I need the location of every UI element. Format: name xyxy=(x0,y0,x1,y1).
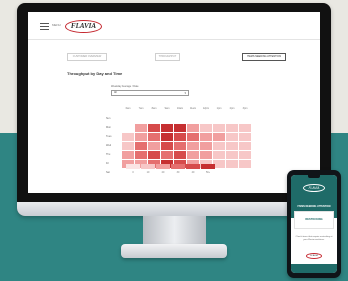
heatmap-cell[interactable] xyxy=(148,133,160,141)
x-tick-label: 9am xyxy=(164,107,170,110)
y-tick-label: Thu xyxy=(106,153,111,156)
filter-value: All xyxy=(114,91,117,94)
heatmap-cell[interactable] xyxy=(161,124,173,132)
legend-label: 0 xyxy=(132,171,134,174)
x-tick-label: 7am xyxy=(138,107,144,110)
monitor-chin xyxy=(17,202,331,216)
heatmap-cell[interactable] xyxy=(148,142,160,150)
heatmap-cell[interactable] xyxy=(226,151,238,159)
heatmap-cell[interactable] xyxy=(161,151,173,159)
filter-select[interactable]: All ▾ xyxy=(111,90,189,96)
monitor-stand-base xyxy=(121,244,227,258)
x-tick-label: 10am xyxy=(176,107,184,110)
hamburger-menu-icon[interactable] xyxy=(40,23,49,30)
heatmap-cell[interactable] xyxy=(135,151,147,159)
y-tick-label: Wed xyxy=(106,144,112,147)
monitor: MENU FLAVIA CUSTOMER OVERVIEW THROUGHPUT… xyxy=(17,3,331,216)
heatmap-cell[interactable] xyxy=(122,142,134,150)
y-tick-label: Sat xyxy=(106,171,110,174)
legend-label: 30 xyxy=(176,171,180,174)
phone-screen: FLAVIA ITEMS NEEDING ATTENTION RESTOCKIN… xyxy=(291,175,337,273)
heatmap-cell[interactable] xyxy=(161,133,173,141)
chart-title: Throughput by Day and Time xyxy=(67,71,123,76)
legend-label: 40 xyxy=(191,171,195,174)
x-tick-label: 2pm xyxy=(229,107,235,110)
menu-label[interactable]: MENU xyxy=(52,23,61,27)
phone: FLAVIA ITEMS NEEDING ATTENTION RESTOCKIN… xyxy=(287,170,341,278)
tab-items-needing-attention[interactable]: ITEMS NEEDING ATTENTION xyxy=(242,53,286,61)
heatmap-cell[interactable] xyxy=(200,142,212,150)
heatmap-cell[interactable] xyxy=(135,124,147,132)
x-tick-label: 11am xyxy=(189,107,197,110)
legend-label: 10 xyxy=(146,171,150,174)
heatmap-cell[interactable] xyxy=(174,124,186,132)
heatmap-cell[interactable] xyxy=(148,124,160,132)
legend-swatch xyxy=(126,164,140,169)
phone-brand-logo: FLAVIA xyxy=(306,253,322,259)
monitor-screen: MENU FLAVIA CUSTOMER OVERVIEW THROUGHPUT… xyxy=(28,12,320,193)
legend-label: 50+ xyxy=(205,171,211,174)
heatmap-cell[interactable] xyxy=(213,151,225,159)
x-tick-label: 6am xyxy=(125,107,131,110)
heatmap-cell[interactable] xyxy=(213,133,225,141)
y-tick-label: Tues xyxy=(106,135,112,138)
heatmap-cell[interactable] xyxy=(200,124,212,132)
y-tick-label: Fri xyxy=(106,162,109,165)
heatmap-cell[interactable] xyxy=(200,133,212,141)
heatmap-cell[interactable] xyxy=(187,133,199,141)
legend-swatch xyxy=(156,164,170,169)
monitor-stand-neck xyxy=(143,216,206,246)
heatmap-cell[interactable] xyxy=(239,160,251,168)
x-tick-label: 1pm xyxy=(216,107,222,110)
heatmap-cell[interactable] xyxy=(239,151,251,159)
heatmap-cell[interactable] xyxy=(213,124,225,132)
heatmap-cell[interactable] xyxy=(122,133,134,141)
heatmap-cell[interactable] xyxy=(148,151,160,159)
phone-restocking-label: RESTOCKING xyxy=(305,218,323,221)
legend-swatch xyxy=(141,164,155,169)
heatmap-cell[interactable] xyxy=(213,142,225,150)
legend-label: 20 xyxy=(161,171,165,174)
chevron-down-icon: ▾ xyxy=(184,91,186,95)
heatmap-cell[interactable] xyxy=(226,124,238,132)
phone-restocking-card[interactable]: RESTOCKING xyxy=(294,211,334,229)
heatmap-cell[interactable] xyxy=(239,124,251,132)
y-tick-label: Sun xyxy=(106,117,111,120)
legend-swatch xyxy=(171,164,185,169)
heatmap-cell[interactable] xyxy=(161,142,173,150)
phone-flavia-logo: FLAVIA xyxy=(303,184,325,192)
tab-throughput[interactable]: THROUGHPUT xyxy=(155,53,180,61)
heatmap-cell[interactable] xyxy=(187,142,199,150)
phone-footer xyxy=(291,264,337,273)
heatmap-cell[interactable] xyxy=(226,142,238,150)
tab-customer-overview[interactable]: CUSTOMER OVERVIEW xyxy=(67,53,107,61)
heatmap-cell[interactable] xyxy=(226,160,238,168)
heatmap-cell[interactable] xyxy=(174,142,186,150)
flavia-logo: FLAVIA xyxy=(65,20,102,33)
phone-body-text: Check items that require restocking at y… xyxy=(295,236,333,241)
heatmap-cell[interactable] xyxy=(122,151,134,159)
legend-swatch xyxy=(201,164,215,169)
phone-notch xyxy=(308,175,320,178)
heatmap-cell[interactable] xyxy=(174,133,186,141)
heatmap-cell[interactable] xyxy=(135,142,147,150)
heatmap-cell[interactable] xyxy=(187,124,199,132)
heatmap-cell[interactable] xyxy=(239,133,251,141)
app-header: MENU FLAVIA xyxy=(28,12,320,40)
heatmap-cell[interactable] xyxy=(187,151,199,159)
heatmap-cell[interactable] xyxy=(135,133,147,141)
heatmap-cell[interactable] xyxy=(174,151,186,159)
y-tick-label: Mon xyxy=(106,126,111,129)
x-tick-label: 12pm xyxy=(202,107,210,110)
filter-label: Weekday Average / Date xyxy=(111,85,139,88)
legend-swatch xyxy=(186,164,200,169)
x-tick-label: 8am xyxy=(151,107,157,110)
heatmap-cell[interactable] xyxy=(226,133,238,141)
heatmap-cell[interactable] xyxy=(239,142,251,150)
heatmap-cell[interactable] xyxy=(200,151,212,159)
phone-heading: ITEMS NEEDING ATTENTION xyxy=(297,205,331,208)
x-tick-label: 3pm xyxy=(242,107,248,110)
